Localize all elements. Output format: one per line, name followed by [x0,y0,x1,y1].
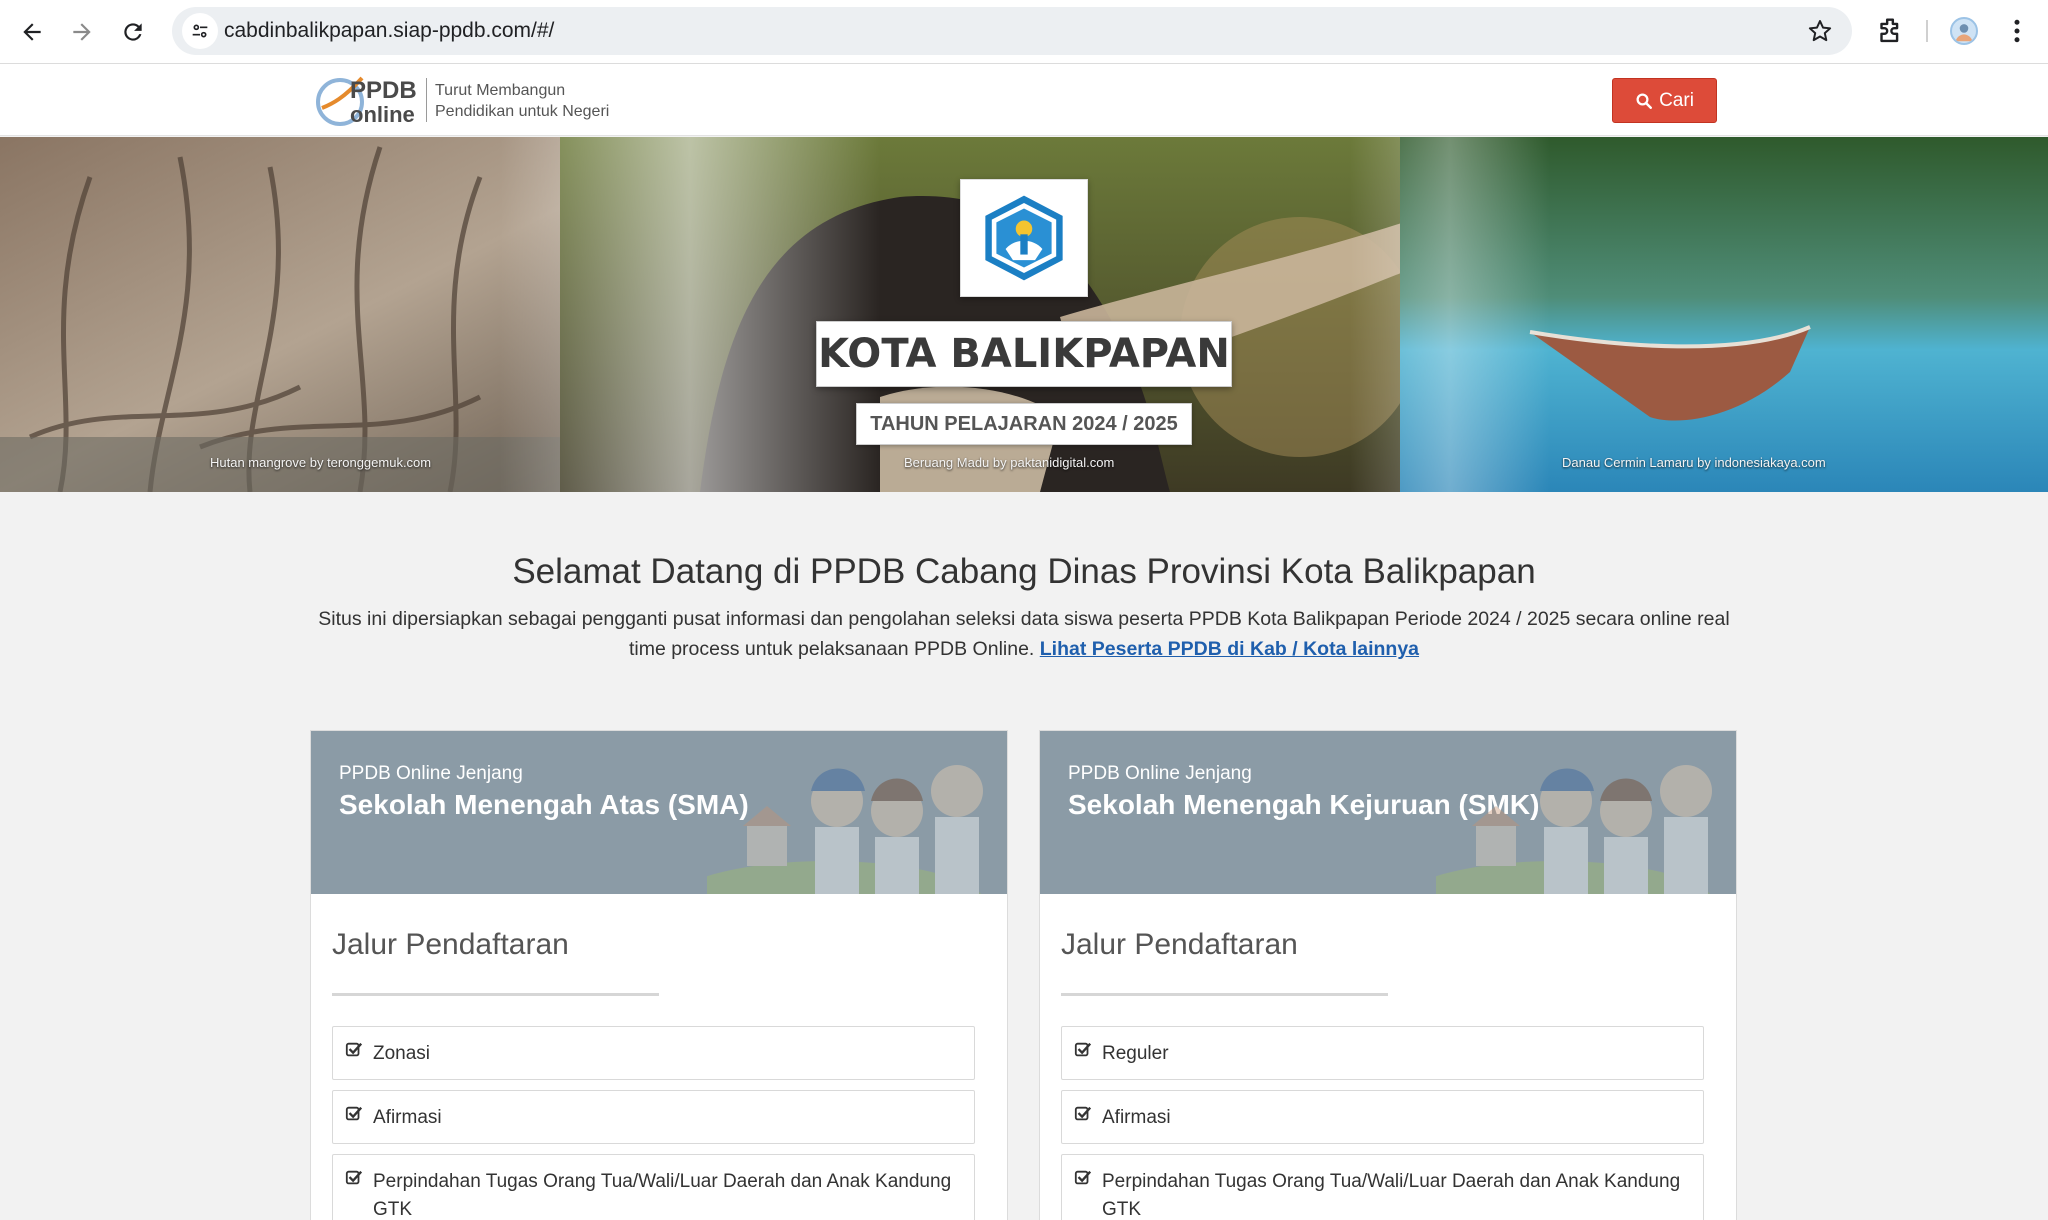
hero-banner: KOTA BALIKPAPAN TAHUN PELAJARAN 2024 / 2… [0,137,2048,492]
toolbar-separator [1926,20,1928,42]
card-smk: PPDB Online Jenjang Sekolah Menengah Kej… [1039,730,1737,1220]
ppdb-online-logo[interactable]: PPDB online [314,74,422,128]
jalur-item-perpindahan[interactable]: Perpindahan Tugas Orang Tua/Wali/Luar Da… [332,1154,975,1220]
logo-divider [426,78,427,122]
tagline: Turut Membangun Pendidikan untuk Negeri [435,80,609,122]
profile-avatar[interactable] [1950,17,1978,45]
site-info-button[interactable] [182,13,218,49]
card-kicker: PPDB Online Jenjang [1068,763,1252,784]
more-menu-icon[interactable] [2002,16,2032,46]
reload-button[interactable] [113,12,153,52]
search-button[interactable]: Cari [1612,78,1717,123]
checkbox-checked-icon [345,1042,363,1057]
reload-icon [124,23,142,41]
site-header: PPDB online Turut Membangun Pendidikan u… [0,64,2048,136]
jalur-item-label: Perpindahan Tugas Orang Tua/Wali/Luar Da… [373,1171,952,1220]
other-regions-link[interactable]: Lihat Peserta PPDB di Kab / Kota lainnya [1040,638,1419,660]
photo-credit-beruang: Beruang Madu by paktanidigital.com [904,455,1115,470]
tagline-line-2: Pendidikan untuk Negeri [435,103,610,120]
checkbox-checked-icon [345,1106,363,1121]
card-header-sma[interactable]: PPDB Online Jenjang Sekolah Menengah Ata… [311,731,1007,894]
jalur-item-label: Reguler [1102,1043,1169,1064]
jalur-title-sma: Jalur Pendaftaran [332,928,569,961]
emblem-icon [985,195,1063,281]
logo-text-bottom: online [350,102,415,127]
jalur-item-afirmasi[interactable]: Afirmasi [332,1090,975,1144]
students-illustration-icon [707,765,983,894]
welcome-description-text: Situs ini dipersiapkan sebagai pengganti… [318,608,1730,660]
tut-wuri-handayani-emblem [960,179,1088,297]
logo-text-top: PPDB [350,77,417,104]
search-icon [1636,93,1653,109]
students-illustration-icon [1436,765,1712,894]
address-bar[interactable]: cabdinbalikpapan.siap-ppdb.com/#/ [172,7,1852,55]
checkbox-checked-icon [345,1170,363,1185]
jalur-item-label: Perpindahan Tugas Orang Tua/Wali/Luar Da… [1102,1171,1681,1220]
photo-credit-danau: Danau Cermin Lamaru by indonesiakaya.com [1562,455,1826,470]
extensions-puzzle-icon[interactable] [1873,14,1907,48]
jalur-item-label: Afirmasi [373,1107,442,1128]
jalur-item-reguler[interactable]: Reguler [1061,1026,1704,1080]
arrow-left-icon [23,23,41,41]
jalur-item-label: Afirmasi [1102,1107,1171,1128]
checkbox-checked-icon [1074,1106,1092,1121]
jalur-title-smk: Jalur Pendaftaran [1061,928,1298,961]
photo-credit-mangrove: Hutan mangrove by teronggemuk.com [210,455,432,470]
welcome-title: Selamat Datang di PPDB Cabang Dinas Prov… [512,552,1536,591]
checkbox-checked-icon [1074,1042,1092,1057]
hero-title: KOTA BALIKPAPAN [816,321,1232,387]
bookmark-star-icon[interactable] [1806,17,1834,45]
hero-subtitle: TAHUN PELAJARAN 2024 / 2025 [856,403,1192,445]
welcome-description: Situs ini dipersiapkan sebagai pengganti… [310,604,1738,664]
jalur-divider [1061,993,1388,996]
jalur-item-afirmasi[interactable]: Afirmasi [1061,1090,1704,1144]
url-text[interactable]: cabdinbalikpapan.siap-ppdb.com/#/ [224,19,554,43]
forward-button[interactable] [62,12,102,52]
jalur-divider [332,993,659,996]
jalur-item-zonasi[interactable]: Zonasi [332,1026,975,1080]
card-header-smk[interactable]: PPDB Online Jenjang Sekolah Menengah Kej… [1040,731,1736,894]
search-button-label: Cari [1659,89,1694,111]
tagline-line-1: Turut Membangun [435,82,566,99]
avatar-icon [1955,24,1973,42]
checkbox-checked-icon [1074,1170,1092,1185]
browser-toolbar: cabdinbalikpapan.siap-ppdb.com/#/ [0,0,2048,64]
jalur-item-label: Zonasi [373,1043,431,1064]
jalur-item-perpindahan[interactable]: Perpindahan Tugas Orang Tua/Wali/Luar Da… [1061,1154,1704,1220]
tune-icon [192,24,208,38]
card-kicker: PPDB Online Jenjang [339,763,523,784]
back-button[interactable] [12,12,52,52]
card-sma: PPDB Online Jenjang Sekolah Menengah Ata… [310,730,1008,1220]
card-title-sma: Sekolah Menengah Atas (SMA) [339,789,749,820]
arrow-right-icon [73,23,91,41]
